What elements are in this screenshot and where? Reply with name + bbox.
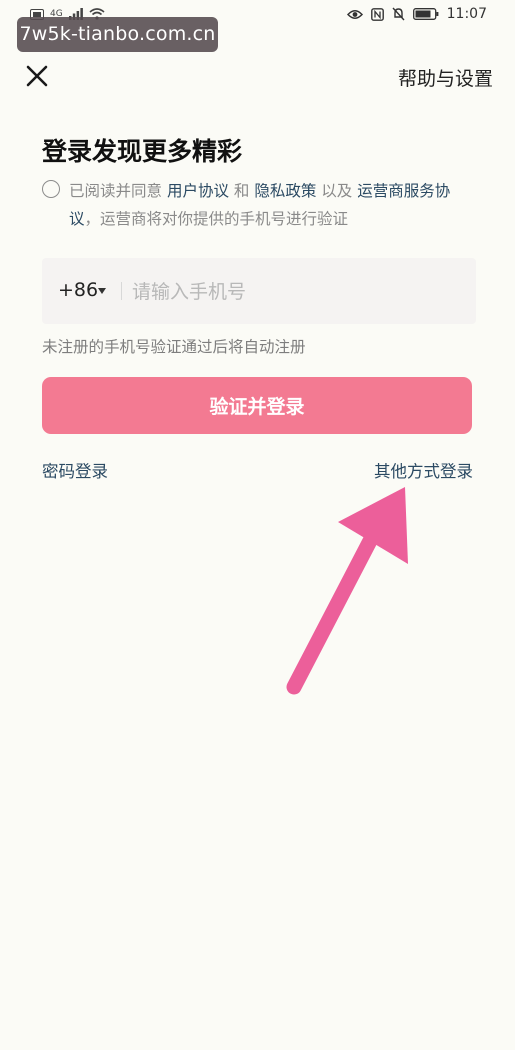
verify-login-button[interactable]: 验证并登录 xyxy=(42,377,472,434)
other-login-link[interactable]: 其他方式登录 xyxy=(374,458,473,482)
battery-icon xyxy=(412,8,439,20)
status-time: 11:07 xyxy=(446,6,487,22)
user-agreement-link[interactable]: 用户协议 xyxy=(167,182,229,200)
page-title: 登录发现更多精彩 xyxy=(42,137,243,166)
privacy-policy-link[interactable]: 隐私政策 xyxy=(254,182,316,200)
agreement-suffix: ，运营商将对你提供的手机号进行验证 xyxy=(84,210,349,228)
country-code-selector[interactable]: +86 xyxy=(58,279,98,301)
phone-input-box: +86 xyxy=(42,258,476,324)
password-login-link[interactable]: 密码登录 xyxy=(42,458,108,482)
close-icon xyxy=(26,65,48,87)
agreement-prefix: 已阅读并同意 xyxy=(69,182,167,200)
eye-icon xyxy=(346,9,363,19)
watermark-label: 7w5k-tianbo.com.cn xyxy=(17,17,218,52)
input-divider xyxy=(121,282,122,300)
annotation-arrow-icon xyxy=(286,487,408,695)
auto-register-hint: 未注册的手机号验证通过后将自动注册 xyxy=(42,338,306,356)
caret-down-icon[interactable] xyxy=(98,288,106,294)
help-settings-link[interactable]: 帮助与设置 xyxy=(398,64,493,91)
nfc-icon xyxy=(370,7,384,21)
agreement-checkbox[interactable] xyxy=(42,180,60,198)
agreement-text: 已阅读并同意 用户协议 和 隐私政策 以及 运营商服务协议，运营商将对你提供的手… xyxy=(69,177,479,233)
phone-input[interactable] xyxy=(130,277,454,307)
close-button[interactable] xyxy=(25,64,49,88)
status-right: 11:07 xyxy=(346,6,487,22)
agreement-and: 和 xyxy=(228,182,255,200)
agreement-also: 以及 xyxy=(316,182,358,200)
mute-icon xyxy=(392,7,405,21)
